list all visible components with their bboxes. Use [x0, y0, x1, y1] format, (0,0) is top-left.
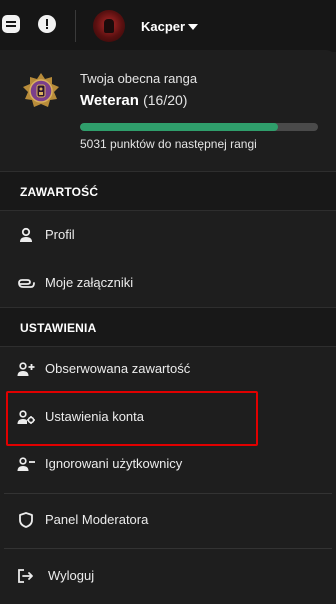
menu-item-label: Wyloguj	[48, 568, 95, 583]
rank-subtitle: Twoja obecna ranga	[80, 71, 198, 86]
caret-down-icon[interactable]	[188, 24, 198, 30]
menu-icon[interactable]	[2, 15, 20, 33]
menu-item-label: Profil	[45, 227, 75, 242]
user-follow-icon	[17, 362, 35, 376]
menu-separator	[4, 548, 332, 549]
section-content-label: ZAWARTOŚĆ	[20, 185, 99, 199]
menu-separator	[4, 493, 332, 494]
user-icon	[20, 227, 32, 242]
rank-progress: (16/20)	[143, 92, 188, 108]
username[interactable]: Kacper	[141, 19, 185, 34]
rank-progress-fill	[80, 123, 278, 131]
menu-item-profile[interactable]: Profil	[0, 212, 336, 258]
divider	[75, 10, 76, 42]
user-ignore-icon	[17, 457, 35, 471]
highlight-box	[6, 391, 258, 446]
paperclip-icon	[18, 279, 35, 288]
rank-title: Weteran	[80, 92, 139, 109]
menu-item-label: Panel Moderatora	[45, 512, 149, 527]
section-settings-label: USTAWIENIA	[20, 321, 97, 335]
section-settings-header: USTAWIENIA	[0, 307, 336, 347]
menu-item-attachments[interactable]: Moje załączniki	[0, 260, 336, 306]
logout-icon	[18, 569, 33, 583]
rank-progress-bar	[80, 123, 318, 131]
points-to-next-rank: 5031 punktów do następnej rangi	[80, 137, 257, 151]
alert-icon[interactable]	[38, 15, 56, 33]
menu-item-label: Moje załączniki	[45, 275, 134, 290]
menu-item-moderator-panel[interactable]: Panel Moderatora	[0, 497, 336, 543]
menu-item-label: Obserwowana zawartość	[45, 361, 191, 376]
shield-icon	[19, 512, 33, 528]
rank-name: Weteran (16/20)	[80, 92, 187, 109]
menu-item-logout[interactable]: Wyloguj	[0, 553, 336, 599]
avatar[interactable]	[93, 10, 125, 42]
menu-item-followed-content[interactable]: Obserwowana zawartość	[0, 346, 336, 392]
menu-item-ignored-users[interactable]: Ignorowani użytkownicy	[0, 441, 336, 487]
rank-badge-icon	[23, 73, 59, 107]
top-bar: Kacper	[0, 0, 336, 52]
menu-item-label: Ignorowani użytkownicy	[45, 456, 183, 471]
section-content-header: ZAWARTOŚĆ	[0, 171, 336, 211]
